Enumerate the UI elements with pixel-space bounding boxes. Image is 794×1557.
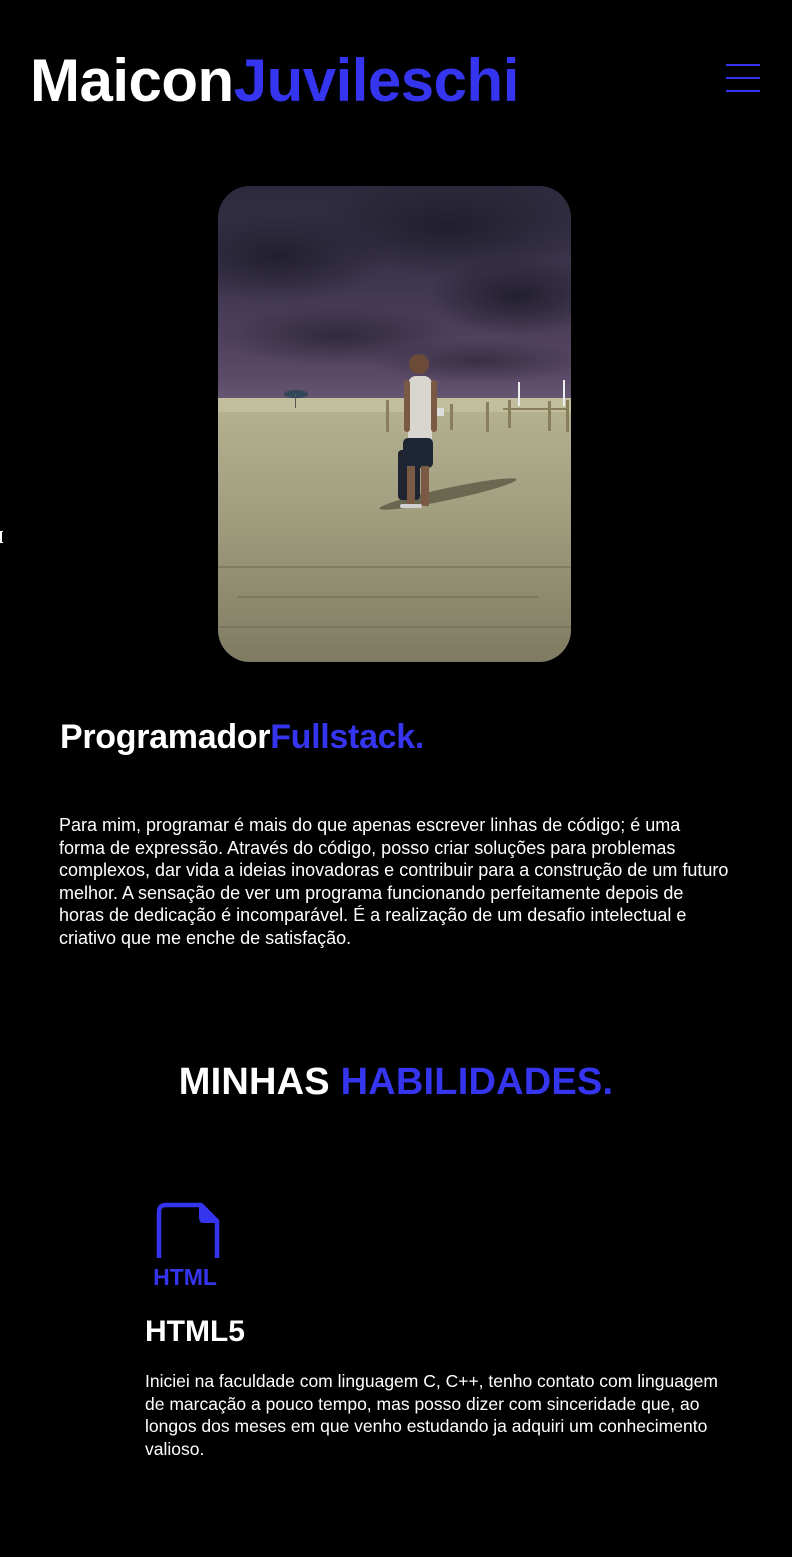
skills-title-first: MINHAS bbox=[178, 1061, 330, 1103]
menu-line bbox=[726, 64, 760, 66]
site-header: MaiconJuvileschi bbox=[30, 46, 762, 116]
skill-name: HTML5 bbox=[145, 1315, 245, 1348]
profile-photo-image bbox=[218, 186, 571, 662]
about-paragraph: Para mim, programar é mais do que apenas… bbox=[59, 815, 729, 948]
logo-first-name: Maicon bbox=[30, 47, 234, 114]
edge-marker bbox=[0, 531, 3, 543]
role-title: Programador bbox=[60, 718, 271, 756]
site-logo[interactable]: MaiconJuvileschi bbox=[30, 46, 519, 116]
skill-description: Iniciei na faculdade com linguagem C, C+… bbox=[145, 1371, 718, 1459]
skills-title-highlight: HABILIDADES. bbox=[340, 1061, 614, 1103]
html-file-icon: HTML bbox=[153, 1202, 220, 1290]
profile-photo bbox=[218, 186, 571, 662]
logo-last-name: Juvileschi bbox=[233, 47, 520, 114]
html-icon-label: HTML bbox=[153, 1264, 217, 1290]
menu-line bbox=[726, 90, 760, 92]
role-highlight: Fullstack. bbox=[270, 718, 425, 756]
skills-section-title: MINHAS HABILIDADES. bbox=[0, 1060, 792, 1104]
hamburger-menu-icon[interactable] bbox=[726, 62, 760, 94]
page: MaiconJuvileschi ProgramadorFullstack. P… bbox=[0, 0, 794, 1557]
menu-line bbox=[726, 77, 760, 79]
role-heading: ProgramadorFullstack. bbox=[60, 716, 424, 758]
